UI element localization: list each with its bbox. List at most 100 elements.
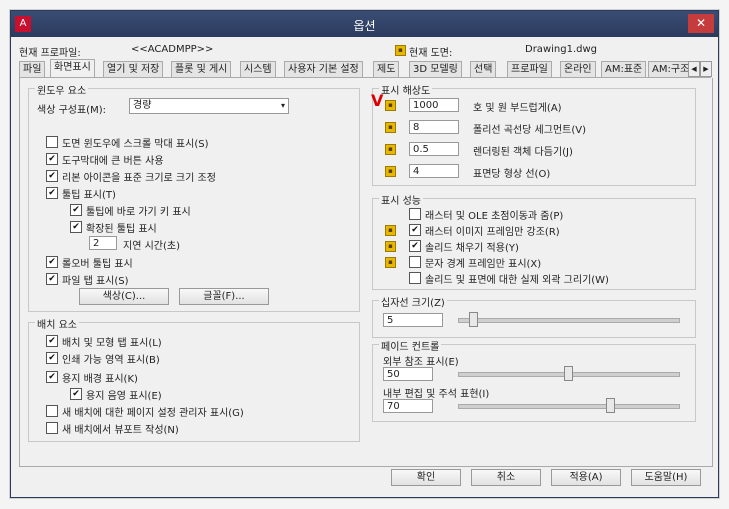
- cancel-button[interactable]: 취소: [471, 469, 541, 486]
- crosshair-size-input[interactable]: 5: [383, 313, 443, 327]
- contour-lines-input[interactable]: 4: [409, 164, 459, 178]
- color-scheme-value: 경량: [133, 100, 152, 111]
- checkbox-raster-ole-pan[interactable]: [409, 208, 421, 220]
- tab-scroll-left-icon[interactable]: ◀: [688, 61, 700, 77]
- checkbox-silhouettes[interactable]: [409, 272, 421, 284]
- checkbox-scrollbars[interactable]: [46, 136, 58, 148]
- drawing-pin-icon: ▪: [385, 241, 396, 252]
- tooltip-delay-input[interactable]: 2: [89, 236, 117, 250]
- checkbox-raster-frame-only-label: 래스터 이미지 프레임만 강조(R): [425, 227, 560, 238]
- ok-button[interactable]: 확인: [391, 469, 461, 486]
- checkbox-page-setup-manager[interactable]: [46, 405, 58, 417]
- dialog-title: 옵션: [353, 19, 376, 33]
- tab-scroll-right-icon[interactable]: ▶: [700, 61, 712, 77]
- current-profile-value: <<ACADMPP>>: [131, 44, 214, 55]
- tab-online[interactable]: 온라인: [560, 61, 596, 77]
- tab-3d-modeling[interactable]: 3D 모델링: [409, 61, 462, 77]
- checkbox-create-viewport[interactable]: [46, 422, 58, 434]
- fonts-button[interactable]: 글꼴(F)...: [179, 288, 269, 305]
- polyline-segments-input[interactable]: 8: [409, 120, 459, 134]
- tab-plot-publish[interactable]: 플롯 및 게시: [171, 61, 232, 77]
- checkbox-ribbon-icons[interactable]: ✔: [46, 170, 58, 182]
- display-performance-group: 표시 성능 래스터 및 OLE 초점이동과 줌(P) ▪ ✔ 래스터 이미지 프…: [372, 192, 696, 290]
- checkbox-text-boundary[interactable]: [409, 256, 421, 268]
- checkbox-create-viewport-label: 새 배치에서 뷰포트 작성(N): [62, 425, 179, 436]
- checkbox-paper-background-label: 용지 배경 표시(K): [62, 374, 138, 385]
- checkbox-page-setup-manager-label: 새 배치에 대한 페이지 설정 관리자 표시(G): [62, 408, 244, 419]
- checkbox-paper-shadow[interactable]: ✔: [70, 388, 82, 400]
- display-resolution-group: 표시 해상도 V ▪ 1000 호 및 원 부드럽게(A) ▪ 8 폴리선 곡선…: [371, 82, 696, 186]
- inplace-fade-label: 내부 편집 및 주석 표현(I): [383, 389, 490, 400]
- checkbox-rollover-tooltips-label: 롤오버 툴팁 표시: [62, 259, 133, 270]
- contour-lines-label: 표면당 형상 선(O): [473, 169, 551, 180]
- drawing-pin-icon: ▪: [385, 225, 396, 236]
- drawing-pin-icon: ▪: [395, 45, 406, 56]
- polyline-segments-label: 폴리선 곡선당 세그먼트(V): [473, 125, 587, 136]
- checkbox-layout-model-tabs[interactable]: ✔: [46, 335, 58, 347]
- color-scheme-label: 색상 구성표(M):: [37, 105, 106, 116]
- checkbox-tooltip-shortcuts[interactable]: ✔: [70, 204, 82, 216]
- checkbox-show-tooltips[interactable]: ✔: [46, 187, 58, 199]
- display-resolution-title: 표시 해상도: [379, 82, 433, 97]
- xref-fade-label: 외부 참조 표시(E): [383, 357, 459, 368]
- checkbox-paper-background[interactable]: ✔: [46, 371, 58, 383]
- xref-fade-input[interactable]: 50: [383, 367, 433, 381]
- crosshair-size-slider[interactable]: [458, 318, 680, 323]
- tab-files[interactable]: 파일: [19, 61, 46, 77]
- xref-fade-slider-thumb[interactable]: [564, 366, 573, 381]
- checkbox-file-tabs[interactable]: ✔: [46, 273, 58, 285]
- tooltip-delay-label: 지연 시간(초): [123, 241, 180, 252]
- chevron-down-icon: ▾: [280, 101, 285, 110]
- checkbox-raster-frame-only[interactable]: ✔: [409, 224, 421, 236]
- current-drawing-value: Drawing1.dwg: [525, 44, 597, 55]
- tab-open-save[interactable]: 열기 및 저장: [103, 61, 164, 77]
- fade-control-title: 페이드 컨트롤: [379, 338, 442, 353]
- layout-elements-title: 배치 요소: [35, 316, 79, 331]
- crosshair-size-title: 십자선 크기(Z): [379, 294, 447, 309]
- checkbox-printable-area-label: 인쇄 가능 영역 표시(B): [62, 355, 160, 366]
- current-profile-label: 현재 프로파일:: [19, 48, 81, 59]
- checkbox-solid-fill-label: 솔리드 채우기 적용(Y): [425, 243, 519, 254]
- inplace-fade-input[interactable]: 70: [383, 399, 433, 413]
- inplace-fade-slider-thumb[interactable]: [606, 398, 616, 413]
- window-elements-title: 윈도우 요소: [35, 82, 89, 97]
- title-bar[interactable]: A 옵션 ✕: [11, 11, 718, 37]
- tab-am-structure[interactable]: AM:구조: [648, 61, 694, 77]
- close-button[interactable]: ✕: [688, 14, 714, 33]
- checkbox-rollover-tooltips[interactable]: ✔: [46, 256, 58, 268]
- crosshair-size-slider-thumb[interactable]: [468, 312, 478, 327]
- drawing-pin-icon: ▪: [385, 122, 396, 133]
- drawing-pin-icon: ▪: [385, 100, 396, 111]
- checkbox-printable-area[interactable]: ✔: [46, 352, 58, 364]
- tab-display[interactable]: 화면표시: [50, 59, 95, 77]
- checkbox-large-buttons-label: 도구막대에 큰 버튼 사용: [62, 156, 164, 167]
- tab-drafting[interactable]: 제도: [373, 61, 400, 77]
- help-button[interactable]: 도움말(H): [631, 469, 701, 486]
- tab-am-standard[interactable]: AM:표준: [601, 61, 647, 77]
- rendered-smoothness-label: 렌더링된 객체 다듬기(J): [473, 147, 573, 158]
- checkbox-large-buttons[interactable]: ✔: [46, 153, 58, 165]
- apply-button[interactable]: 적용(A): [551, 469, 621, 486]
- checkbox-silhouettes-label: 솔리드 및 표면에 대한 실제 외곽 그리기(W): [425, 275, 609, 286]
- checkbox-paper-shadow-label: 용지 음영 표시(E): [86, 391, 162, 402]
- inplace-fade-slider[interactable]: [458, 404, 680, 409]
- tab-selection[interactable]: 선택: [470, 61, 497, 77]
- checkbox-show-tooltips-label: 툴팁 표시(T): [62, 190, 116, 201]
- tab-user-preferences[interactable]: 사용자 기본 설정: [284, 61, 363, 77]
- checkbox-solid-fill[interactable]: ✔: [409, 240, 421, 252]
- checkbox-scrollbars-label: 도면 윈도우에 스크롤 막대 표시(S): [62, 139, 209, 150]
- color-scheme-select[interactable]: 경량 ▾: [129, 98, 289, 114]
- tab-strip: 파일 화면표시 열기 및 저장 플롯 및 게시 시스템 사용자 기본 설정 제도…: [19, 59, 712, 78]
- fade-control-group: 페이드 컨트롤 외부 참조 표시(E) 50 내부 편집 및 주석 표현(I) …: [372, 338, 696, 422]
- tab-system[interactable]: 시스템: [240, 61, 276, 77]
- rendered-smoothness-input[interactable]: 0.5: [409, 142, 459, 156]
- colors-button[interactable]: 색상(C)...: [79, 288, 169, 305]
- red-check-mark: V: [371, 91, 384, 110]
- arc-smoothness-label: 호 및 원 부드럽게(A): [473, 103, 562, 114]
- checkbox-extended-tooltips[interactable]: ✔: [70, 221, 82, 233]
- current-drawing-label: 현재 도면:: [409, 48, 453, 59]
- options-dialog: A 옵션 ✕ 현재 프로파일: <<ACADMPP>> ▪ 현재 도면: Dra…: [10, 10, 719, 498]
- checkbox-raster-ole-pan-label: 래스터 및 OLE 초점이동과 줌(P): [425, 211, 564, 222]
- tab-profiles[interactable]: 프로파일: [507, 61, 552, 77]
- arc-smoothness-input[interactable]: 1000: [409, 98, 459, 112]
